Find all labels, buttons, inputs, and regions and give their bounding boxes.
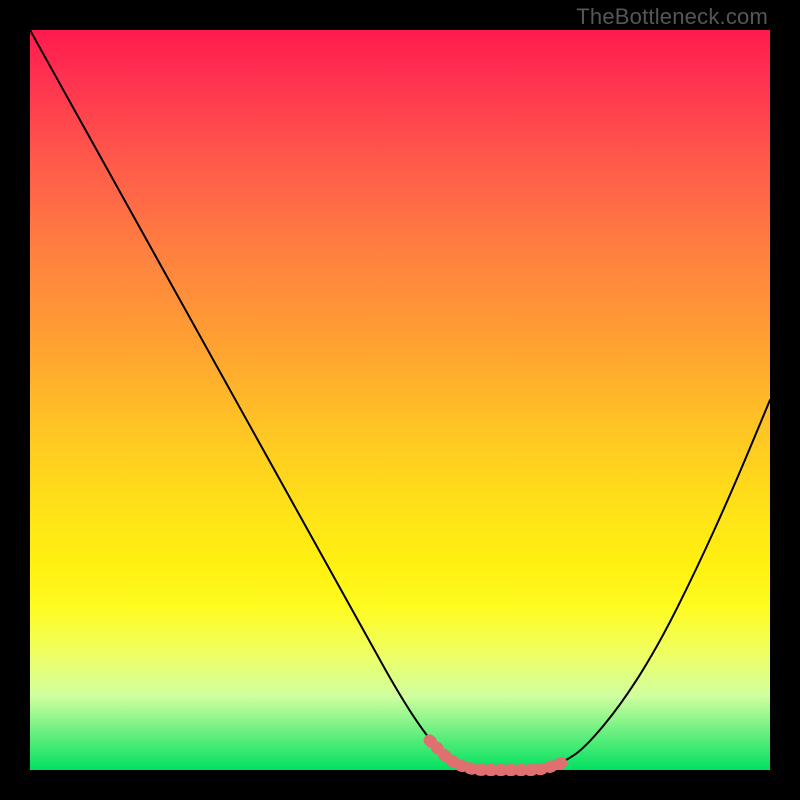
accent-band: [430, 740, 563, 770]
bottleneck-curve: [30, 30, 770, 770]
watermark-text: TheBottleneck.com: [576, 4, 768, 30]
chart-container: TheBottleneck.com: [0, 0, 800, 800]
curve-layer: [30, 30, 770, 770]
plot-area: [30, 30, 770, 770]
